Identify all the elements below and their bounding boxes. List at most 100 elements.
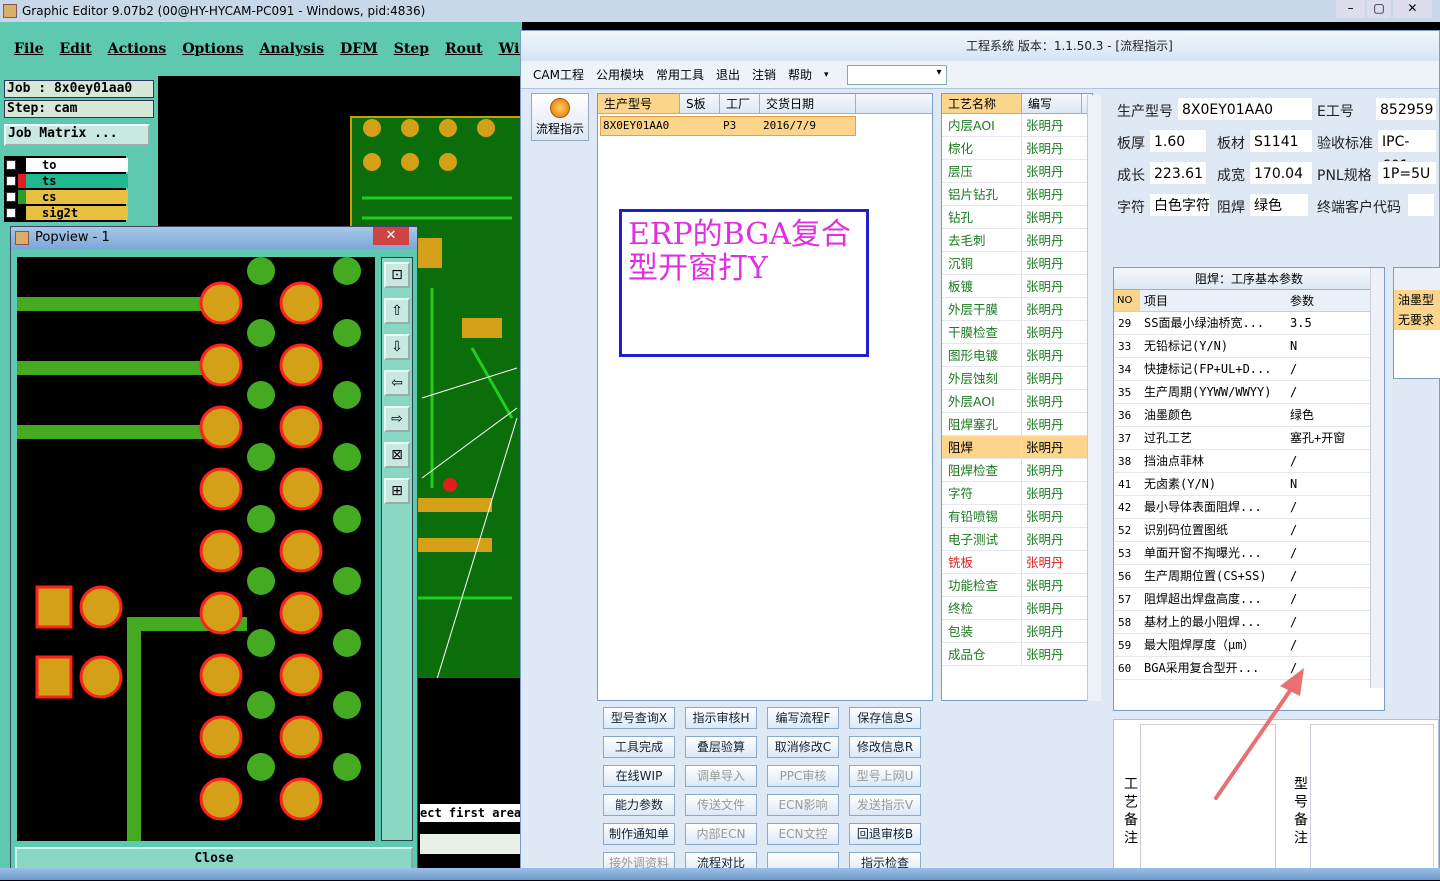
process-scrollbar[interactable]	[1087, 95, 1101, 701]
soldermask-field[interactable]: 绿色	[1249, 193, 1309, 217]
menu-analysis[interactable]: Analysis	[259, 41, 324, 57]
cam-button[interactable]: 发送指示V	[849, 794, 921, 816]
cam-button[interactable]: 型号查询X	[603, 707, 675, 729]
cam-menu-exit[interactable]: 退出	[716, 66, 740, 83]
layer-checkbox[interactable]	[6, 176, 16, 186]
width-field[interactable]: 170.04	[1249, 161, 1313, 185]
silkscreen-field[interactable]: 白色字符	[1149, 193, 1211, 217]
pan-left-icon[interactable]: ⇦	[384, 370, 410, 396]
param-row[interactable]: 38 挡油点菲林 /	[1114, 450, 1384, 473]
param-row[interactable]: 59 最大阻焊厚度（μm） /	[1114, 634, 1384, 657]
layer-row-ts[interactable]: ts	[6, 174, 128, 189]
cam-button[interactable]: 在线WIP	[603, 765, 675, 787]
cam-button[interactable]: 回退审核B	[849, 823, 921, 845]
length-field[interactable]: 223.61	[1149, 161, 1207, 185]
param-row[interactable]: 33 无铅标记(Y/N) N	[1114, 335, 1384, 358]
process-row[interactable]: 铣板 张明丹	[942, 551, 1092, 574]
menu-step[interactable]: Step	[394, 41, 429, 57]
model-remark-field[interactable]	[1310, 724, 1434, 874]
menu-edit[interactable]: Edit	[59, 41, 91, 57]
standard-field[interactable]: IPC-601	[1377, 129, 1437, 174]
process-row[interactable]: 电子测试 张明丹	[942, 528, 1092, 551]
param-row[interactable]: 34 快捷标记(FP+UL+D... /	[1114, 358, 1384, 381]
process-row[interactable]: 图形电镀 张明丹	[942, 344, 1092, 367]
process-row[interactable]: 干膜检查 张明丹	[942, 321, 1092, 344]
process-row[interactable]: 外层蚀刻 张明丹	[942, 367, 1092, 390]
cam-button[interactable]: ECN文控	[767, 823, 839, 845]
process-row[interactable]: 棕化 张明丹	[942, 137, 1092, 160]
cam-button[interactable]: 保存信息S	[849, 707, 921, 729]
menu-file[interactable]: File	[14, 41, 43, 57]
process-row[interactable]: 有铅喷锡 张明丹	[942, 505, 1092, 528]
process-row[interactable]: 沉铜 张明丹	[942, 252, 1092, 275]
layer-checkbox[interactable]	[6, 192, 16, 202]
param-row[interactable]: 37 过孔工艺 塞孔+开窗	[1114, 427, 1384, 450]
process-row[interactable]: 阻焊塞孔 张明丹	[942, 413, 1092, 436]
ink-type-value[interactable]: 无要求	[1394, 310, 1440, 330]
zoom-out-icon[interactable]: ⊠	[384, 442, 410, 468]
material-field[interactable]: S1141	[1249, 129, 1313, 153]
eno-field[interactable]: 852959	[1375, 97, 1437, 121]
popview-close-icon[interactable]: ✕	[373, 227, 409, 245]
zoom-in-icon[interactable]: ⊞	[384, 478, 410, 504]
param-row[interactable]: 56 生产周期位置(CS+SS) /	[1114, 565, 1384, 588]
job-matrix-button[interactable]: Job Matrix ...	[4, 124, 150, 146]
layer-checkbox[interactable]	[6, 160, 16, 170]
pan-down-icon[interactable]: ⇩	[384, 334, 410, 360]
param-row[interactable]: 58 基材上的最小阻焊... /	[1114, 611, 1384, 634]
process-row[interactable]: 去毛刺 张明丹	[942, 229, 1092, 252]
cam-button[interactable]: 型号上网U	[849, 765, 921, 787]
pan-right-icon[interactable]: ⇨	[384, 406, 410, 432]
process-row[interactable]: 铝片钻孔 张明丹	[942, 183, 1092, 206]
zoom-fit-icon[interactable]: ⊡	[384, 262, 410, 288]
param-row[interactable]: 42 最小导体表面阻焊... /	[1114, 496, 1384, 519]
cam-button[interactable]: 叠层验算	[685, 736, 757, 758]
process-row[interactable]: 字符 张明丹	[942, 482, 1092, 505]
layer-row-cs[interactable]: cs	[6, 190, 128, 205]
cam-button[interactable]: 能力参数	[603, 794, 675, 816]
param-row[interactable]: 36 油墨颜色 绿色	[1114, 404, 1384, 427]
pan-up-icon[interactable]: ⇧	[384, 298, 410, 324]
cam-button[interactable]: ECN影响	[767, 794, 839, 816]
model-field[interactable]: 8X0EY01AA0	[1177, 97, 1313, 121]
thickness-field[interactable]: 1.60	[1149, 129, 1207, 153]
process-row[interactable]: 阻焊 张明丹	[942, 436, 1092, 459]
process-row[interactable]: 包装 张明丹	[942, 620, 1092, 643]
process-row[interactable]: 层压 张明丹	[942, 160, 1092, 183]
cam-menu-select[interactable]	[846, 64, 947, 85]
job-grid-row[interactable]: 8X0EY01AA0 P3 2016/7/9	[600, 116, 856, 136]
cam-button[interactable]: 工具完成	[603, 736, 675, 758]
menu-options[interactable]: Options	[182, 41, 243, 57]
param-row[interactable]: 35 生产周期(YYWW/WWYY) /	[1114, 381, 1384, 404]
param-row[interactable]: 29 SS面最小绿油桥宽... 3.5	[1114, 312, 1384, 335]
cam-button[interactable]: 制作通知单	[603, 823, 675, 845]
menu-dfm[interactable]: DFM	[340, 41, 378, 57]
cam-menu-tools[interactable]: 常用工具	[656, 66, 704, 83]
param-row[interactable]: 53 单面开窗不掏曝光... /	[1114, 542, 1384, 565]
popview-title-bar[interactable]: Popview - 1 ✕	[11, 227, 417, 249]
flow-indicator-button[interactable]: 流程指示	[531, 93, 589, 141]
process-row[interactable]: 成品仓 张明丹	[942, 643, 1092, 666]
cam-button[interactable]: 指示审核H	[685, 707, 757, 729]
process-row[interactable]: 阻焊检查 张明丹	[942, 459, 1092, 482]
menu-rout[interactable]: Rout	[445, 41, 483, 57]
layer-row-to[interactable]: to	[6, 158, 128, 173]
process-row[interactable]: 功能检查 张明丹	[942, 574, 1092, 597]
pnl-field[interactable]: 1P=5U	[1377, 161, 1437, 185]
cam-menu-help[interactable]: 帮助	[788, 66, 812, 83]
param-row[interactable]: 41 无卤素(Y/N) N	[1114, 473, 1384, 496]
layer-row-sig2t[interactable]: sig2t	[6, 206, 128, 221]
cam-menu-logout[interactable]: 注销	[752, 66, 776, 83]
param-scrollbar[interactable]	[1370, 268, 1384, 688]
cam-button[interactable]: 内部ECN	[685, 823, 757, 845]
param-row[interactable]: 57 阻焊超出焊盘高度... /	[1114, 588, 1384, 611]
close-window-button[interactable]: ✕	[1392, 0, 1432, 18]
process-row[interactable]: 外层干膜 张明丹	[942, 298, 1092, 321]
menu-actions[interactable]: Actions	[108, 41, 167, 57]
process-row[interactable]: 外层AOI 张明丹	[942, 390, 1092, 413]
cam-menu-cam[interactable]: CAM工程	[533, 66, 584, 83]
cam-button[interactable]: PPC审核	[767, 765, 839, 787]
chevron-down-icon[interactable]: ▾	[824, 70, 829, 80]
process-row[interactable]: 钻孔 张明丹	[942, 206, 1092, 229]
customer-code-field[interactable]	[1407, 193, 1435, 217]
